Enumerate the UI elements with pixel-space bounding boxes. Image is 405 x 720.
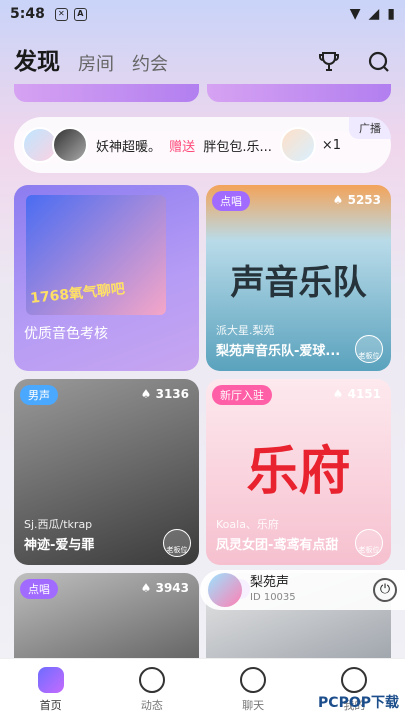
wifi-icon: ▼: [349, 6, 361, 22]
watermark: PCPOP下载: [318, 695, 399, 711]
nav-label: 首页: [39, 698, 62, 712]
signal-icon: ◢: [368, 6, 380, 22]
banner-right[interactable]: [206, 84, 391, 102]
room-heat: ♠ 3943: [140, 581, 189, 595]
room-badge: 点唱: [20, 579, 58, 599]
room-badge: 男声: [20, 385, 58, 405]
owner-seat[interactable]: 老板位: [355, 529, 383, 557]
room-title: 优质音色考核: [24, 326, 108, 342]
home-icon: [37, 666, 64, 693]
status-time: 5:48: [10, 6, 45, 22]
broadcast-text: 妖神超暖。 赠送 胖包包.乐...: [96, 136, 272, 155]
broadcast-gift-word: 赠送: [169, 139, 196, 155]
room-art-text: 乐府: [246, 441, 351, 502]
room-title: 梨苑声音乐队-爱球...: [216, 344, 341, 359]
tab-rooms[interactable]: 房间: [78, 50, 114, 76]
nav-label: 聊天: [242, 698, 265, 712]
nav-label: 动态: [140, 698, 163, 712]
profile-icon: [341, 666, 368, 693]
room-title: 神迹-爱与罪: [24, 538, 95, 553]
room-heat-value: 5253: [347, 193, 381, 207]
gift-avatar: [279, 127, 316, 163]
power-icon[interactable]: ⏻: [373, 578, 397, 602]
broadcast-receiver: 胖包包.乐...: [203, 139, 272, 155]
owner-seat[interactable]: 老板位: [163, 529, 191, 557]
mini-room-name: 梨苑声: [250, 574, 290, 590]
avatar[interactable]: [52, 127, 88, 163]
broadcast-bar[interactable]: 妖神超暖。 赠送 胖包包.乐... ×1 广播: [14, 117, 391, 173]
chat-icon: [240, 666, 267, 693]
moments-icon: [138, 666, 165, 693]
room-art-text: 声音乐队: [230, 263, 367, 303]
avatar[interactable]: [208, 573, 242, 607]
banner-carousel[interactable]: [14, 84, 391, 102]
room-host: Sj.西瓜/tkrap: [24, 518, 93, 531]
nav-home[interactable]: 首页: [37, 666, 64, 713]
tab-dating[interactable]: 约会: [132, 50, 168, 76]
room-heat: ♠ 4151: [332, 387, 381, 401]
room-heat-value: 3943: [155, 581, 189, 595]
room-heat-value: 3136: [155, 387, 189, 401]
room-card[interactable]: 1768氧气聊吧 优质音色考核: [14, 185, 199, 371]
search-icon[interactable]: [367, 50, 391, 74]
mini-room-info: 梨苑声 ID 10035: [250, 574, 296, 605]
mini-room-player[interactable]: 梨苑声 ID 10035 ⏻: [200, 570, 405, 610]
battery-icon: ▮: [387, 6, 395, 22]
room-card[interactable]: 点唱 ♠ 5253 声音乐队 派大星.梨苑 梨苑声音乐队-爱球... 老板位: [206, 185, 391, 371]
nav-chat[interactable]: 聊天: [240, 666, 267, 713]
room-heat-value: 4151: [347, 387, 381, 401]
a-icon: A: [73, 7, 87, 21]
room-badge: 新厅入驻: [212, 385, 272, 405]
room-badge: 点唱: [212, 191, 250, 211]
owner-seat[interactable]: 老板位: [355, 335, 383, 363]
status-bar: 5:48 ✕ A ▼ ◢ ▮: [0, 0, 405, 28]
room-card[interactable]: 男声 ♠ 3136 Sj.西瓜/tkrap 神迹-爱与罪 老板位: [14, 379, 199, 565]
nav-moments[interactable]: 动态: [138, 666, 165, 713]
gift-multiplier: ×1: [321, 137, 342, 153]
shield-icon: ✕: [54, 7, 68, 21]
tab-discover[interactable]: 发现: [14, 42, 60, 76]
top-tabs: 发现 房间 约会: [0, 36, 405, 76]
room-heat: ♠ 5253: [332, 193, 381, 207]
room-card[interactable]: 新厅入驻 ♠ 4151 乐府 Koala、乐府 凤灵女团-鸢鸢有点甜 老板位: [206, 379, 391, 565]
room-host: 派大星.梨苑: [216, 324, 275, 337]
room-heat: ♠ 3136: [140, 387, 189, 401]
broadcast-tag[interactable]: 广播: [349, 117, 391, 139]
banner-left[interactable]: [14, 84, 199, 102]
broadcast-sender: 妖神超暖。: [96, 139, 162, 155]
trophy-icon[interactable]: [317, 50, 341, 74]
mini-room-id: ID 10035: [250, 591, 296, 603]
room-title: 凤灵女团-鸢鸢有点甜: [216, 538, 339, 553]
room-host: Koala、乐府: [216, 518, 279, 531]
